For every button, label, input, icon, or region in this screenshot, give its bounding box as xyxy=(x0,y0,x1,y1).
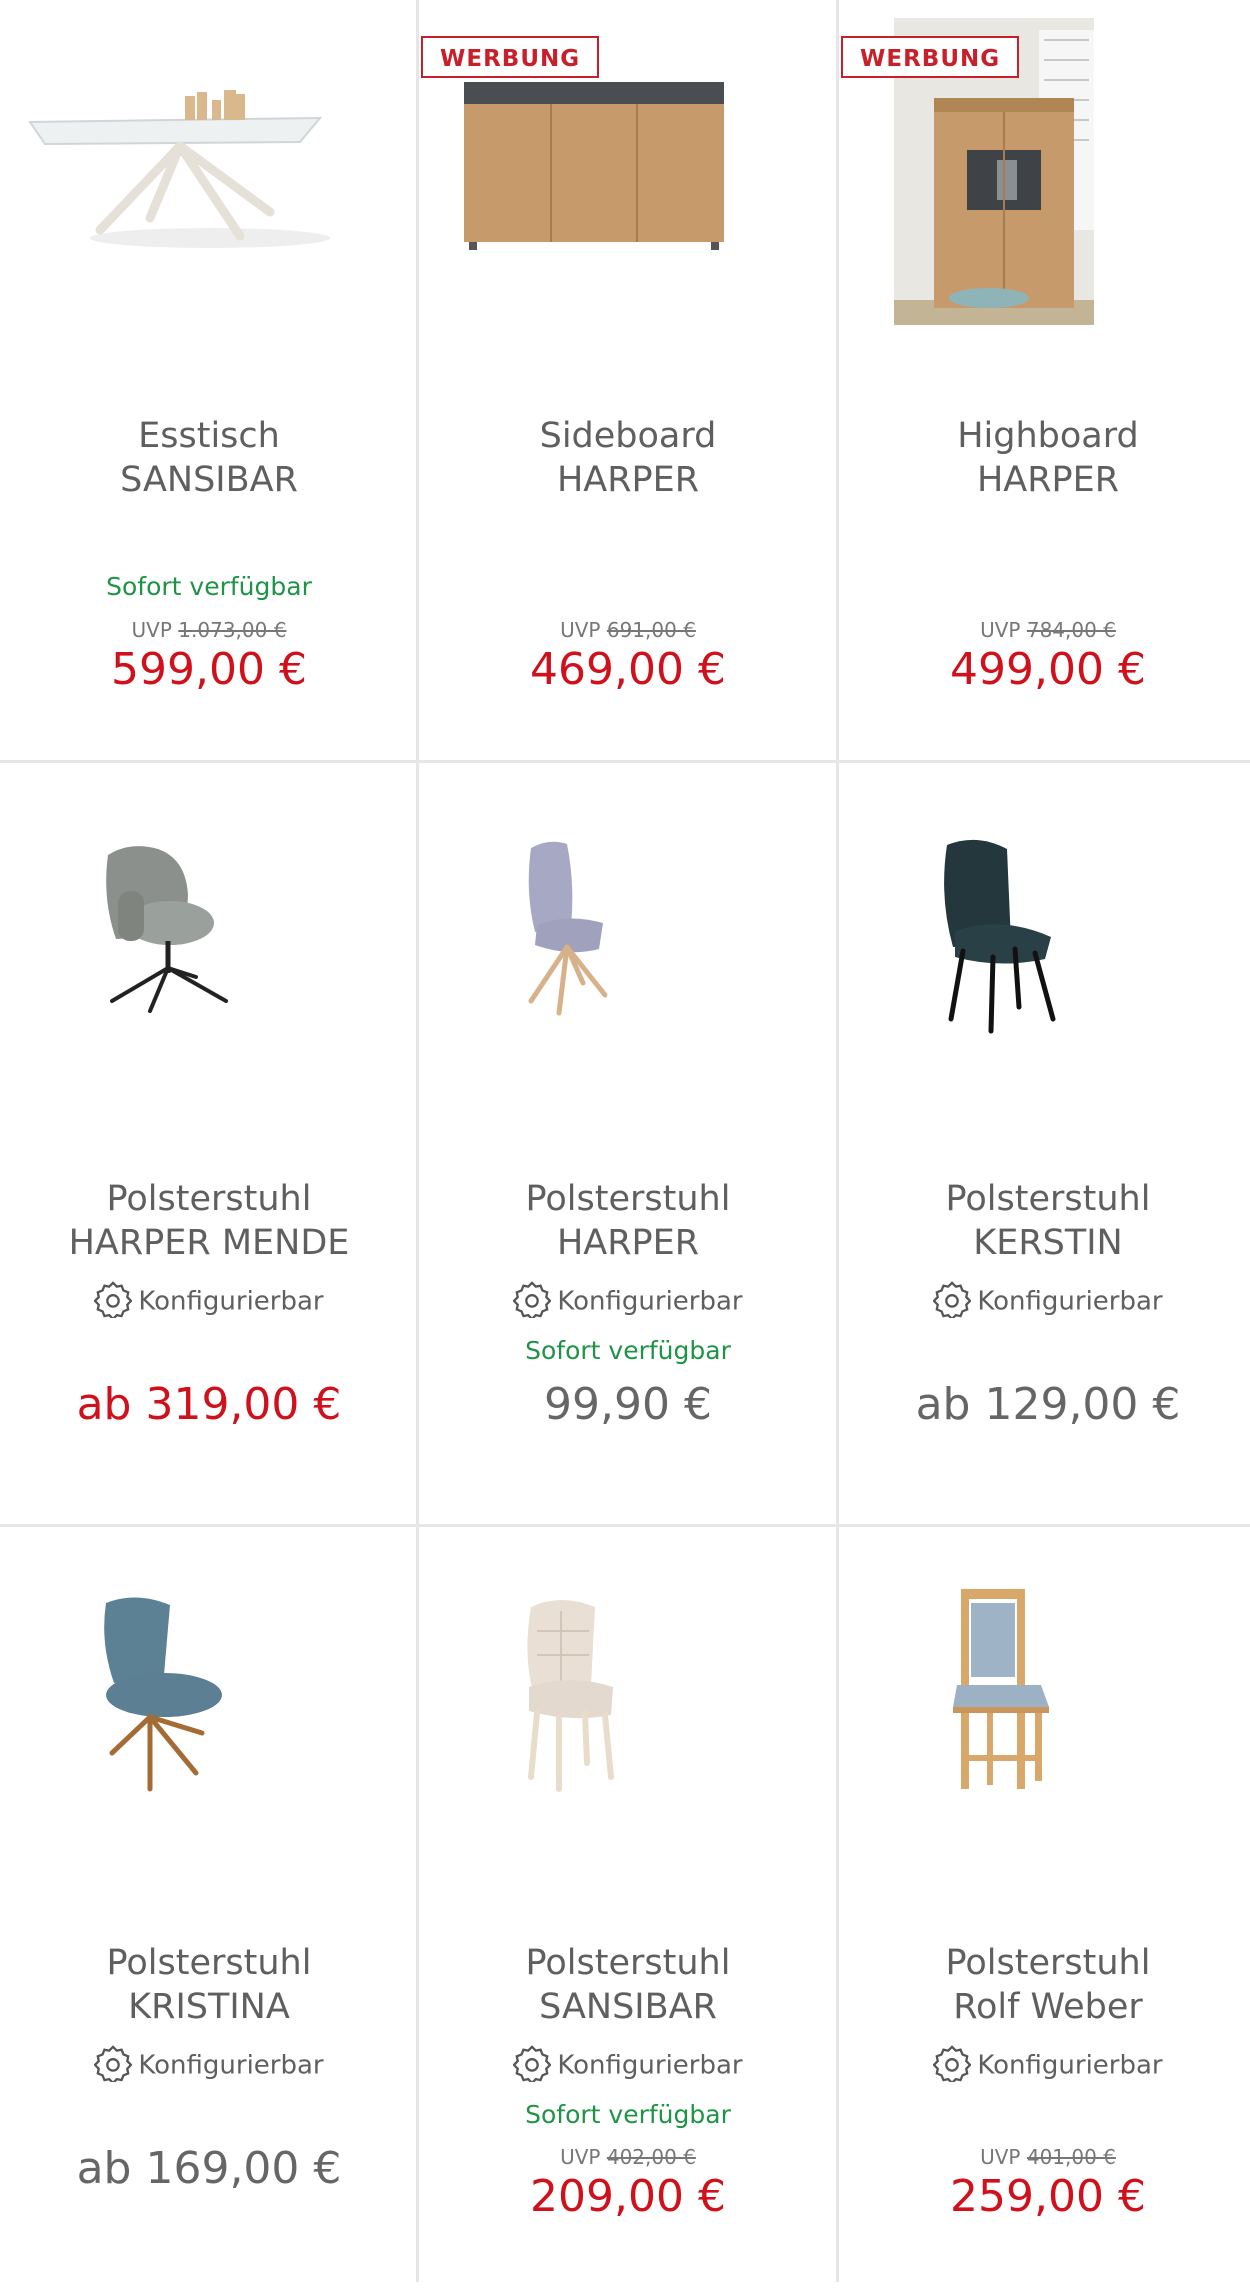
product-card[interactable]: Polsterstuhl Rolf Weber Konfigurierbar UV… xyxy=(839,1527,1250,2289)
product-card[interactable]: WERBUNG Highboard HARPER UVP 784,00 €499… xyxy=(839,0,1250,762)
configurable-label: Konfigurierbar xyxy=(0,1281,418,1321)
product-price: 599,00 € xyxy=(111,644,307,695)
product-type: Polsterstuhl xyxy=(945,1943,1151,1983)
product-price: ab 319,00 € xyxy=(76,1379,342,1430)
configurable-text: Konfigurierbar xyxy=(977,2050,1163,2081)
product-type: Polsterstuhl xyxy=(106,1179,312,1219)
product-card[interactable]: WERBUNG Sideboard HARPER UVP 691,00 €469… xyxy=(419,0,837,762)
uvp-label: UVP xyxy=(980,618,1021,642)
product-price: 499,00 € xyxy=(950,644,1146,695)
configurable-text: Konfigurierbar xyxy=(557,1286,743,1317)
configurable-label: Konfigurierbar xyxy=(419,2045,837,2085)
availability-label: Sofort verfügbar xyxy=(525,2100,731,2129)
product-image[interactable] xyxy=(0,763,418,1123)
product-image[interactable] xyxy=(839,1527,1250,1887)
configurable-label: Konfigurierbar xyxy=(419,1281,837,1321)
product-title[interactable]: Esstisch SANSIBAR xyxy=(0,414,418,502)
product-title[interactable]: Polsterstuhl Rolf Weber xyxy=(839,1941,1250,2029)
product-price: ab 169,00 € xyxy=(76,2143,342,2194)
availability-label: Sofort verfügbar xyxy=(525,1336,731,1365)
uvp-value: 691,00 € xyxy=(606,618,696,642)
product-price: 259,00 € xyxy=(950,2171,1146,2222)
uvp-label: UVP xyxy=(560,618,601,642)
product-name: HARPER xyxy=(556,460,700,500)
uvp-value: 402,00 € xyxy=(606,2145,696,2169)
ad-badge: WERBUNG xyxy=(841,36,1020,78)
uvp-label: UVP xyxy=(131,618,172,642)
product-image[interactable] xyxy=(839,763,1250,1123)
product-image[interactable] xyxy=(419,763,837,1123)
gear-icon xyxy=(512,2045,557,2085)
product-name: Rolf Weber xyxy=(953,1987,1143,2027)
product-title[interactable]: Polsterstuhl HARPER MENDE xyxy=(0,1177,418,1265)
gear-icon xyxy=(932,1281,977,1321)
configurable-text: Konfigurierbar xyxy=(138,2050,324,2081)
product-card[interactable]: Polsterstuhl KRISTINA Konfigurierbar ab 1… xyxy=(0,1527,418,2289)
product-type: Sideboard xyxy=(539,416,717,456)
product-image[interactable] xyxy=(0,1527,418,1887)
gear-icon xyxy=(93,2045,138,2085)
product-title[interactable]: Polsterstuhl HARPER xyxy=(419,1177,837,1265)
configurable-text: Konfigurierbar xyxy=(138,1286,324,1317)
product-price: 469,00 € xyxy=(530,644,726,695)
uvp-value: 784,00 € xyxy=(1026,618,1116,642)
product-title[interactable]: Polsterstuhl SANSIBAR xyxy=(419,1941,837,2029)
uvp-value: 401,00 € xyxy=(1026,2145,1116,2169)
product-type: Polsterstuhl xyxy=(525,1179,731,1219)
product-type: Polsterstuhl xyxy=(525,1943,731,1983)
product-image[interactable] xyxy=(419,1527,837,1887)
configurable-label: Konfigurierbar xyxy=(839,2045,1250,2085)
product-image[interactable] xyxy=(0,0,418,360)
product-type: Esstisch xyxy=(138,416,280,456)
product-type: Highboard xyxy=(957,416,1139,456)
product-card[interactable]: Polsterstuhl HARPER MENDE Konfigurierbar… xyxy=(0,763,418,1525)
product-name: SANSIBAR xyxy=(120,460,298,500)
uvp-label: UVP xyxy=(560,2145,601,2169)
product-card[interactable]: Polsterstuhl HARPER Konfigurierbar Sofort… xyxy=(419,763,837,1525)
uvp-price: UVP 784,00 € xyxy=(839,618,1250,642)
gear-icon xyxy=(93,1281,138,1321)
product-price: 209,00 € xyxy=(530,2171,726,2222)
product-name: KRISTINA xyxy=(128,1987,290,2027)
configurable-text: Konfigurierbar xyxy=(977,1286,1163,1317)
uvp-label: UVP xyxy=(980,2145,1021,2169)
product-grid: Esstisch SANSIBAR Sofort verfügbar UVP 1.… xyxy=(0,0,1250,2282)
uvp-price: UVP 402,00 € xyxy=(419,2145,837,2169)
product-title[interactable]: Sideboard HARPER xyxy=(419,414,837,502)
gear-icon xyxy=(932,2045,977,2085)
product-name: HARPER MENDE xyxy=(68,1223,350,1263)
configurable-text: Konfigurierbar xyxy=(557,2050,743,2081)
product-name: SANSIBAR xyxy=(539,1987,717,2027)
uvp-price: UVP 1.073,00 € xyxy=(0,618,418,642)
uvp-price: UVP 691,00 € xyxy=(419,618,837,642)
gear-icon xyxy=(512,1281,557,1321)
product-title[interactable]: Polsterstuhl KERSTIN xyxy=(839,1177,1250,1265)
availability-label: Sofort verfügbar xyxy=(106,572,312,601)
ad-badge: WERBUNG xyxy=(421,36,600,78)
product-type: Polsterstuhl xyxy=(945,1179,1151,1219)
product-name: KERSTIN xyxy=(973,1223,1123,1263)
configurable-label: Konfigurierbar xyxy=(839,1281,1250,1321)
product-card[interactable]: Polsterstuhl SANSIBAR Konfigurierbar Sofo… xyxy=(419,1527,837,2289)
product-title[interactable]: Highboard HARPER xyxy=(839,414,1250,502)
product-card[interactable]: Esstisch SANSIBAR Sofort verfügbar UVP 1.… xyxy=(0,0,418,762)
product-name: HARPER xyxy=(556,1223,700,1263)
product-type: Polsterstuhl xyxy=(106,1943,312,1983)
product-title[interactable]: Polsterstuhl KRISTINA xyxy=(0,1941,418,2029)
product-price: ab 129,00 € xyxy=(915,1379,1181,1430)
uvp-value: 1.073,00 € xyxy=(178,618,287,642)
product-card[interactable]: Polsterstuhl KERSTIN Konfigurierbar ab 12… xyxy=(839,763,1250,1525)
product-price: 99,90 € xyxy=(544,1379,712,1430)
product-name: HARPER xyxy=(976,460,1120,500)
configurable-label: Konfigurierbar xyxy=(0,2045,418,2085)
uvp-price: UVP 401,00 € xyxy=(839,2145,1250,2169)
